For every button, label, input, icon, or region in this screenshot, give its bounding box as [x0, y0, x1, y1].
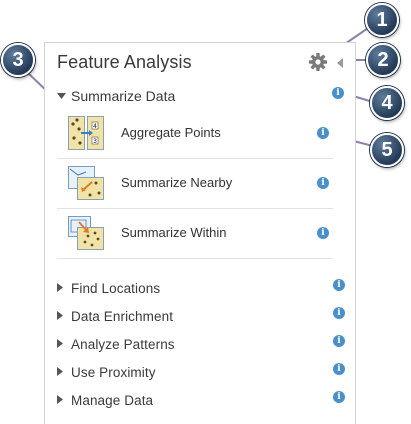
category-label: Data Enrichment: [71, 309, 174, 324]
info-icon[interactable]: i: [333, 335, 345, 347]
category-use-proximity[interactable]: Use Proximity i: [57, 363, 349, 383]
tool-label: Summarize Within: [121, 225, 227, 240]
info-icon[interactable]: i: [333, 363, 345, 375]
category-label: Find Locations: [71, 281, 161, 296]
tool-summarize-within[interactable]: Summarize Within i: [57, 208, 333, 259]
category-manage-data[interactable]: Manage Data i: [57, 391, 349, 411]
feature-analysis-panel: Feature Analysis Summarize Data i 4 3 Ag…: [44, 42, 356, 424]
section-label: Summarize Data: [71, 88, 176, 104]
aggregate-points-icon: 4 3: [68, 116, 104, 150]
tool-aggregate-points[interactable]: 4 3 Aggregate Points i: [57, 108, 333, 159]
svg-text:3: 3: [93, 138, 97, 145]
category-label: Manage Data: [71, 393, 154, 408]
triangle-right-icon: [57, 311, 63, 320]
gear-icon[interactable]: [308, 52, 328, 72]
tool-summarize-nearby[interactable]: Summarize Nearby i: [57, 158, 333, 209]
callout-1: 1: [365, 3, 399, 37]
triangle-right-icon: [57, 283, 63, 292]
callout-4: 4: [370, 86, 404, 120]
svg-text:4: 4: [93, 123, 97, 130]
section-summarize-data[interactable]: Summarize Data i: [57, 87, 347, 107]
tool-label: Aggregate Points: [121, 125, 221, 140]
info-icon[interactable]: i: [317, 177, 329, 189]
callout-2: 2: [366, 43, 400, 77]
triangle-right-icon: [57, 395, 63, 404]
callout-3: 3: [1, 43, 35, 77]
triangle-down-icon: [57, 93, 66, 99]
callout-5: 5: [370, 133, 404, 167]
info-icon[interactable]: i: [333, 307, 345, 319]
category-label: Use Proximity: [71, 365, 156, 380]
info-icon[interactable]: i: [333, 391, 345, 403]
panel-title: Feature Analysis: [57, 52, 192, 72]
info-icon[interactable]: i: [333, 279, 345, 291]
summarize-within-icon: [68, 216, 104, 250]
tool-label: Summarize Nearby: [121, 175, 233, 190]
info-icon[interactable]: i: [317, 227, 329, 239]
triangle-right-icon: [57, 367, 63, 376]
category-data-enrichment[interactable]: Data Enrichment i: [57, 307, 349, 327]
info-icon[interactable]: i: [332, 87, 344, 99]
triangle-right-icon: [57, 339, 63, 348]
category-find-locations[interactable]: Find Locations i: [57, 279, 349, 299]
info-icon[interactable]: i: [317, 127, 329, 139]
summarize-nearby-icon: [68, 166, 104, 200]
category-analyze-patterns[interactable]: Analyze Patterns i: [57, 335, 349, 355]
category-label: Analyze Patterns: [71, 337, 175, 352]
triangle-left-icon[interactable]: [335, 56, 345, 68]
